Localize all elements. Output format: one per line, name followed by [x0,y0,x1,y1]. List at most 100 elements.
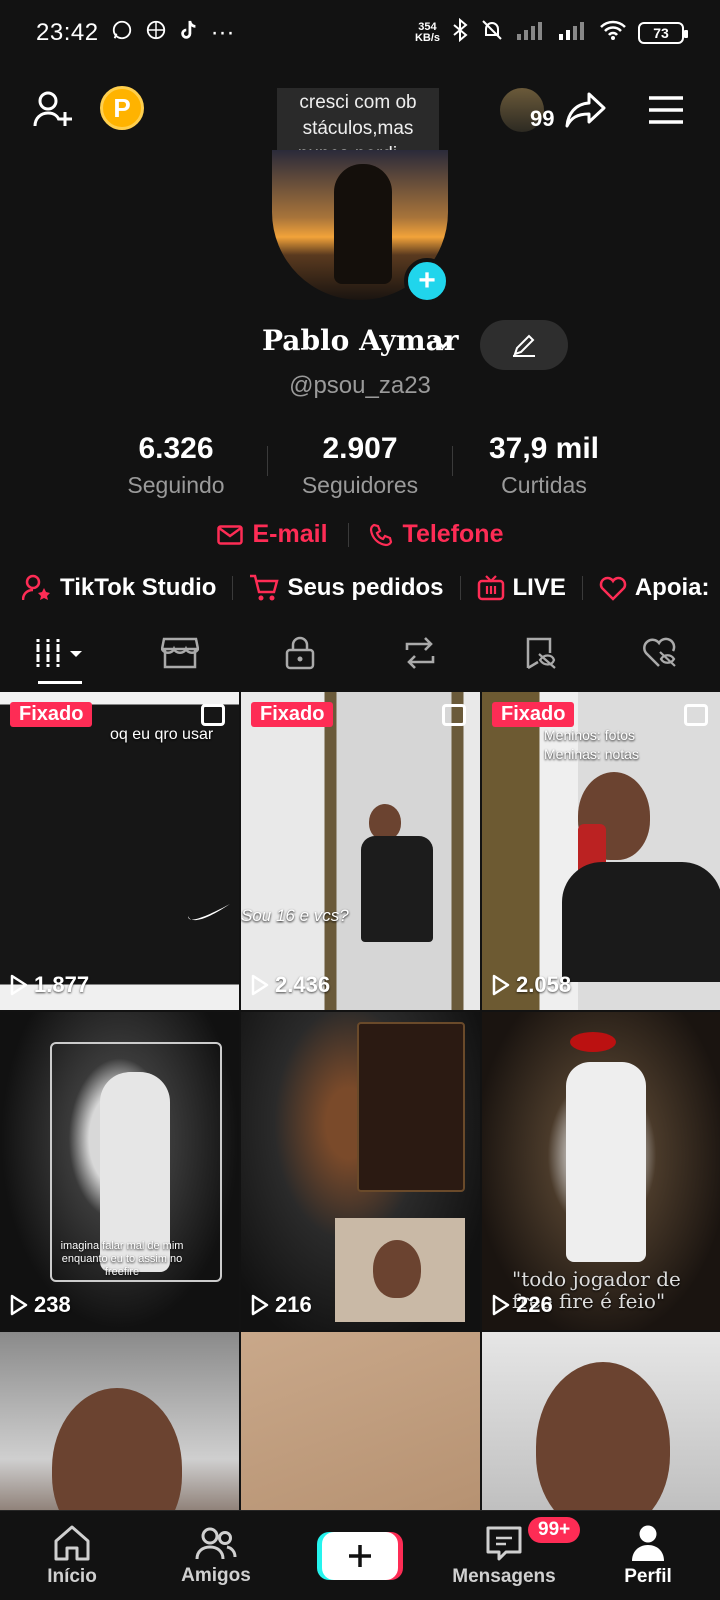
profile-tabs [0,622,720,684]
phone-label: Telefone [402,520,504,548]
phone-icon [369,523,392,546]
battery-indicator: 73 [638,22,688,44]
view-count: 2.058 [492,972,571,998]
create-button[interactable] [322,1531,398,1580]
stat-likes[interactable]: 37,9 mil Curtidas [454,432,634,499]
multi-photo-icon [442,704,466,726]
tab-videos[interactable] [0,622,120,684]
play-icon [10,974,28,996]
stat-label: Seguidores [301,472,419,498]
divider [232,576,234,600]
video-thumbnail[interactable] [0,1332,239,1512]
phone-link[interactable]: Telefone [369,520,504,549]
nav-create[interactable] [288,1511,432,1600]
view-count-value: 2.436 [275,972,331,997]
videos-grid-icon [34,639,82,667]
stat-followers[interactable]: 2.907 Seguidores [270,432,450,499]
stat-label: Seguindo [127,472,225,498]
nav-label: Perfil [624,1565,672,1587]
view-count: 2.436 [251,972,330,998]
lock-icon [285,636,315,670]
game-menu-panel [357,1022,465,1192]
tab-reposts[interactable] [360,622,480,684]
video-thumbnail[interactable]: Fixado Sou 16 e vcs? 2.436 [241,692,480,1010]
orders-link[interactable]: Seus pedidos [249,574,444,602]
whatsapp-icon [111,19,133,48]
play-icon [10,1294,28,1316]
friends-count: 99 [530,106,555,131]
chevron-down-icon[interactable] [432,330,454,356]
muted-bell-icon [480,18,504,49]
divider [459,576,461,600]
edit-profile-button[interactable] [480,320,568,370]
stat-divider [452,446,453,476]
name-row: Pablo Aymar [0,320,720,370]
video-thumbnail[interactable]: imagina falar mal de mim enquanto eu to … [0,1012,239,1330]
video-thumbnail[interactable] [482,1332,720,1512]
bookmark-hidden-icon [526,637,556,670]
view-count-value: 226 [516,1292,553,1317]
tab-private[interactable] [240,622,360,684]
support-link[interactable]: Apoia: [599,574,710,602]
nav-home[interactable]: Início [0,1511,144,1600]
heart-hidden-icon [643,637,676,667]
share-profile-button[interactable] [564,88,608,132]
video-thumbnail[interactable]: 216 [241,1012,480,1330]
email-link[interactable]: E-mail [216,520,328,549]
bottom-navigation: Início Amigos Mensagens 99+ Perfil [0,1510,720,1600]
view-count-value: 1.877 [34,972,90,997]
stat-following[interactable]: 6.326 Seguindo [86,432,266,499]
tool-label: TikTok Studio [60,574,217,601]
live-link[interactable]: LIVE [477,574,566,602]
view-count-value: 238 [34,1292,71,1317]
friends-icon [195,1527,237,1559]
tiktok-icon [179,19,199,48]
video-caption: Sou 16 e vcs? [241,906,349,925]
heart-hand-icon [599,576,627,601]
tab-shop[interactable] [120,622,240,684]
pinned-badge: Fixado [492,702,575,727]
pinned-badge: Fixado [251,702,334,727]
mail-icon [216,524,243,545]
menu-button[interactable] [646,90,686,130]
video-thumbnail[interactable]: Fixado oq eu qro usar 1.877 [0,692,239,1010]
net-speed: 354 KB/s [415,22,440,44]
nav-profile[interactable]: Perfil [576,1511,720,1600]
nav-label: Amigos [181,1564,251,1586]
tv-live-icon [477,575,504,601]
multi-photo-icon [684,704,708,726]
display-name[interactable]: Pablo Aymar [262,324,458,357]
email-label: E-mail [252,520,328,548]
person-face [536,1362,670,1512]
nav-messages[interactable]: Mensagens 99+ [432,1511,581,1600]
video-thumbnail[interactable]: "todo jogador de free fire é feio" 226 [482,1012,720,1330]
net-speed-unit: KB/s [414,32,440,44]
status-bar: 23:42 ··· 354 KB/s 73 [0,0,720,66]
add-friend-button[interactable] [30,86,76,132]
play-icon [251,974,269,996]
add-story-button[interactable]: + [404,258,450,304]
play-icon [251,1294,269,1316]
video-thumbnail[interactable] [241,1332,480,1512]
view-count: 238 [10,1292,71,1318]
add-user-icon [33,91,72,127]
view-count-value: 2.058 [516,972,572,997]
nav-friends[interactable]: Amigos [144,1511,288,1600]
coins-button[interactable]: P [100,86,144,130]
character-figure [566,1062,646,1262]
hamburger-menu-icon [649,96,683,124]
more-notifications-icon: ··· [210,19,235,46]
view-count: 1.877 [10,972,89,998]
basketball-icon [145,19,167,48]
tab-favorites[interactable] [480,622,600,684]
pinned-badge: Fixado [10,702,93,727]
video-thumbnail[interactable]: Fixado Meninos: fotos Meninas: notas 2.0… [482,692,720,1010]
share-icon [565,92,606,128]
user-star-icon [22,574,50,601]
play-icon [492,974,510,996]
tiktok-studio-link[interactable]: TikTok Studio [22,574,216,602]
coin-icon: P [100,86,144,130]
signal-icon [516,19,546,47]
cart-icon [250,574,280,601]
tab-liked[interactable] [600,622,720,684]
